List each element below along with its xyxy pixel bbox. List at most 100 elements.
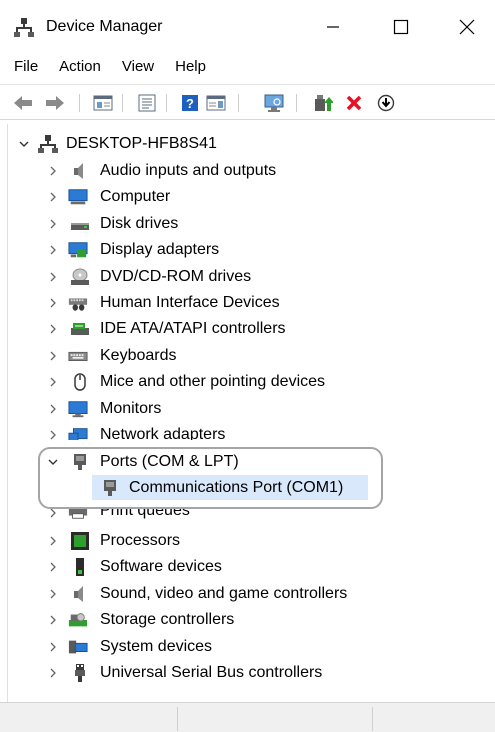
tree-category-hid[interactable]: Human Interface Devices bbox=[8, 290, 478, 316]
disable-device-icon bbox=[377, 94, 395, 112]
maximize-icon bbox=[393, 19, 409, 35]
chevron-right-icon[interactable] bbox=[46, 296, 60, 310]
toolbar-separator bbox=[79, 94, 80, 112]
window-title: Device Manager bbox=[46, 18, 163, 35]
chevron-right-icon[interactable] bbox=[46, 322, 60, 336]
toolbar-separator bbox=[296, 94, 297, 112]
tree-category-label: IDE ATA/ATAPI controllers bbox=[100, 320, 286, 337]
toolbar-separator bbox=[238, 94, 239, 112]
chevron-right-icon[interactable] bbox=[46, 243, 60, 257]
show-hide-console-tree-icon bbox=[93, 95, 113, 111]
computer-network-icon bbox=[38, 135, 58, 153]
tree-category-dvd-cd-rom[interactable]: DVD/CD-ROM drives bbox=[8, 264, 478, 290]
show-hide-console-tree-button[interactable] bbox=[92, 92, 114, 114]
chevron-right-icon[interactable] bbox=[46, 560, 60, 574]
chevron-right-icon[interactable] bbox=[46, 375, 60, 389]
chevron-right-icon[interactable] bbox=[46, 640, 60, 654]
back-icon bbox=[14, 96, 32, 110]
network-adapter-icon bbox=[68, 428, 88, 440]
tree-category-storage[interactable]: Storage controllers bbox=[8, 607, 478, 633]
tree-category-label: Monitors bbox=[100, 400, 162, 417]
chevron-right-icon[interactable] bbox=[46, 666, 60, 680]
maximize-button[interactable] bbox=[378, 8, 424, 46]
tree-category-label: Human Interface Devices bbox=[100, 294, 280, 311]
chevron-right-icon[interactable] bbox=[46, 190, 60, 204]
toolbar: ? bbox=[0, 84, 495, 120]
tree-category-label: Keyboards bbox=[100, 347, 177, 364]
tree-category-monitors[interactable]: Monitors bbox=[8, 396, 478, 422]
tree-category-processors[interactable]: Processors bbox=[8, 528, 478, 554]
tree-category-system-devices[interactable]: System devices bbox=[8, 634, 478, 660]
tree-category-label: Mice and other pointing devices bbox=[100, 373, 326, 390]
uninstall-icon bbox=[346, 95, 362, 111]
tree-category-computer[interactable]: Computer bbox=[8, 184, 478, 210]
tree-category-label: Print queues bbox=[100, 508, 190, 519]
tree-category-audio[interactable]: Audio inputs and outputs bbox=[8, 158, 478, 184]
tree-category-label: Display adapters bbox=[100, 241, 220, 258]
help-button[interactable]: ? bbox=[179, 92, 201, 114]
menu-action[interactable]: Action bbox=[52, 54, 108, 80]
menu-help[interactable]: Help bbox=[168, 54, 213, 80]
uninstall-device-button[interactable] bbox=[343, 92, 365, 114]
scan-hardware-button[interactable] bbox=[263, 92, 285, 114]
toolbar-separator bbox=[122, 94, 123, 112]
status-bar-separator bbox=[372, 707, 373, 731]
ide-controller-icon bbox=[71, 323, 89, 335]
close-icon bbox=[459, 19, 475, 35]
chevron-right-icon[interactable] bbox=[46, 217, 60, 231]
update-driver-button[interactable] bbox=[312, 92, 334, 114]
forward-button[interactable] bbox=[44, 92, 66, 114]
scan-hardware-icon bbox=[264, 94, 284, 112]
menu-file[interactable]: File bbox=[7, 54, 45, 80]
toolbar-separator bbox=[166, 94, 167, 112]
disable-device-button[interactable] bbox=[375, 92, 397, 114]
tree-category-label: Software devices bbox=[100, 558, 222, 575]
tree-category-keyboards[interactable]: Keyboards bbox=[8, 343, 478, 369]
tree-category-print-queues[interactable]: Print queues bbox=[8, 508, 478, 522]
menu-bar: File Action View Help bbox=[0, 52, 495, 82]
device-manager-app-icon bbox=[14, 18, 34, 37]
chevron-right-icon[interactable] bbox=[46, 270, 60, 284]
chevron-right-icon[interactable] bbox=[46, 428, 60, 440]
tree-category-usb[interactable]: Universal Serial Bus controllers bbox=[8, 660, 478, 686]
chevron-right-icon[interactable] bbox=[46, 402, 60, 416]
tree-category-mice[interactable]: Mice and other pointing devices bbox=[8, 369, 478, 395]
tree-category-label: Audio inputs and outputs bbox=[100, 162, 277, 179]
menu-view[interactable]: View bbox=[115, 54, 161, 80]
action-pane-icon bbox=[206, 95, 226, 111]
back-button[interactable] bbox=[12, 92, 34, 114]
tree-category-display-adapters[interactable]: Display adapters bbox=[8, 237, 478, 263]
tree-root[interactable]: DESKTOP-HFB8S41 bbox=[8, 131, 478, 157]
status-bar bbox=[0, 702, 495, 732]
tree-category-network[interactable]: Network adapters bbox=[8, 422, 478, 440]
chevron-right-icon[interactable] bbox=[46, 587, 60, 601]
tree-category-ide[interactable]: IDE ATA/ATAPI controllers bbox=[8, 316, 478, 342]
computer-icon bbox=[68, 189, 88, 205]
status-bar-separator bbox=[177, 707, 178, 731]
chevron-right-icon[interactable] bbox=[46, 349, 60, 363]
chevron-right-icon[interactable] bbox=[46, 613, 60, 627]
chevron-right-icon[interactable] bbox=[46, 508, 60, 520]
properties-button[interactable] bbox=[136, 92, 158, 114]
tree-category-software-devices[interactable]: Software devices bbox=[8, 554, 478, 580]
close-button[interactable] bbox=[444, 8, 490, 46]
tree-category-label: System devices bbox=[100, 638, 213, 655]
tree-category-label: Sound, video and game controllers bbox=[100, 585, 348, 602]
display-adapter-icon bbox=[68, 242, 88, 258]
device-tree[interactable]: DESKTOP-HFB8S41 Audio inputs and outputs… bbox=[7, 124, 488, 702]
tree-category-disk-drives[interactable]: Disk drives bbox=[8, 211, 478, 237]
title-bar: Device Manager bbox=[0, 0, 495, 52]
software-device-icon bbox=[76, 558, 84, 576]
tree-category-label: Storage controllers bbox=[100, 611, 235, 628]
storage-controller-icon bbox=[68, 613, 88, 627]
chevron-down-icon[interactable] bbox=[17, 137, 31, 151]
tree-category-label: Computer bbox=[100, 188, 171, 205]
hid-icon bbox=[68, 298, 88, 311]
action-pane-button[interactable] bbox=[205, 92, 227, 114]
tree-category-label: Disk drives bbox=[100, 215, 179, 232]
system-device-icon bbox=[68, 640, 88, 654]
chevron-right-icon[interactable] bbox=[46, 534, 60, 548]
chevron-right-icon[interactable] bbox=[46, 164, 60, 178]
tree-category-sound[interactable]: Sound, video and game controllers bbox=[8, 581, 478, 607]
minimize-button[interactable] bbox=[310, 8, 356, 46]
